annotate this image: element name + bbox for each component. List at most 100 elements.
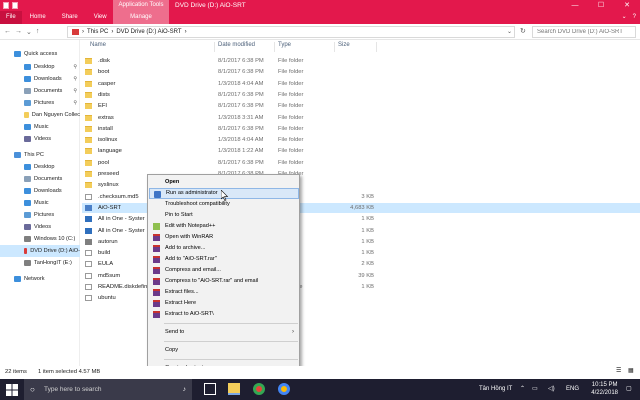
nav-item[interactable]: TanHongIT (E:): [0, 257, 80, 269]
volume-icon[interactable]: ◁): [548, 379, 555, 400]
nav-item[interactable]: Videos: [0, 133, 80, 145]
back-arrow-icon[interactable]: ←: [4, 28, 11, 36]
up-arrow-icon[interactable]: ↑: [36, 28, 40, 36]
microphone-icon[interactable]: ♪: [183, 379, 186, 400]
tab-share[interactable]: Share: [54, 11, 86, 24]
nav-item[interactable]: Pictures: [0, 209, 80, 221]
quick-access-toolbar: [0, 2, 18, 9]
file-row[interactable]: pool 8/1/2017 6:38 PM File folder: [82, 158, 640, 168]
address-box[interactable]: › This PC › DVD Drive (D:) AiO-SRT ›: [67, 26, 515, 38]
nav-item[interactable]: Music: [0, 197, 80, 209]
new-folder-icon[interactable]: [12, 2, 18, 9]
nav-item[interactable]: Quick access: [0, 48, 80, 60]
properties-icon[interactable]: [3, 2, 9, 9]
column-divider[interactable]: [274, 42, 275, 52]
breadcrumb-dvd-drive[interactable]: DVD Drive (D:) AiO-SRT: [116, 29, 181, 35]
file-type: File folder: [278, 159, 304, 166]
nav-item[interactable]: Music: [0, 121, 80, 133]
nav-item-label: TanHongIT (E:): [34, 260, 72, 266]
column-divider[interactable]: [214, 42, 215, 52]
menu-separator: [164, 359, 298, 360]
nav-item[interactable]: DVD Drive (D:) AiO-: [0, 245, 80, 257]
nav-item[interactable]: Downloads ⚲: [0, 73, 80, 85]
chrome-icon[interactable]: [278, 383, 290, 395]
windows-start-icon[interactable]: [6, 384, 18, 396]
address-dropdown-icon[interactable]: ⌄: [507, 28, 512, 35]
details-view-icon[interactable]: ☰: [616, 368, 621, 374]
expand-ribbon-icon[interactable]: ⌄: [622, 11, 627, 24]
menu-item[interactable]: Open: [149, 177, 299, 188]
winrar-icon: [153, 267, 160, 274]
file-row[interactable]: .disk 8/1/2017 6:38 PM File folder: [82, 56, 640, 66]
file-explorer-icon[interactable]: [228, 383, 240, 395]
file-row[interactable]: boot 8/1/2017 6:38 PM File folder: [82, 67, 640, 77]
large-icons-view-icon[interactable]: ▦: [628, 368, 633, 374]
menu-item[interactable]: Open with WinRAR: [149, 232, 299, 243]
menu-item[interactable]: Extract files...: [149, 287, 299, 298]
nav-item[interactable]: Windows 10 (C:): [0, 233, 80, 245]
menu-item[interactable]: Pin to Start: [149, 210, 299, 221]
maximize-button[interactable]: ☐: [588, 0, 614, 11]
nav-item[interactable]: Desktop ⚲: [0, 61, 80, 73]
forward-arrow-icon[interactable]: →: [15, 28, 22, 36]
column-divider[interactable]: [334, 42, 335, 52]
file-size: 1 KB: [361, 284, 374, 290]
menu-item[interactable]: Send to ›: [149, 327, 299, 338]
chrome-icon[interactable]: [253, 383, 265, 395]
search-box[interactable]: [532, 26, 636, 38]
nav-item[interactable]: Desktop: [0, 161, 80, 173]
search-input[interactable]: [537, 29, 627, 35]
notifications-icon[interactable]: ▢: [626, 379, 632, 400]
file-row[interactable]: dists 8/1/2017 6:38 PM File folder: [82, 90, 640, 100]
menu-item[interactable]: Compress and email...: [149, 265, 299, 276]
nav-item[interactable]: Dan Nguyen Collec: [0, 109, 80, 121]
nav-item[interactable]: Documents: [0, 173, 80, 185]
nav-item[interactable]: Downloads: [0, 185, 80, 197]
tray-user-label[interactable]: Tân Hồng IT: [479, 379, 512, 400]
tab-view[interactable]: View: [86, 11, 115, 24]
nav-item[interactable]: This PC: [0, 149, 80, 161]
file-row[interactable]: casper 1/3/2018 4:04 AM File folder: [82, 79, 640, 89]
file-row[interactable]: language 1/3/2018 1:22 AM File folder: [82, 146, 640, 156]
nav-item[interactable]: Videos: [0, 221, 80, 233]
file-row[interactable]: EFI 8/1/2017 6:38 PM File folder: [82, 101, 640, 111]
clock[interactable]: 10:15 PM 4/22/2018: [591, 382, 618, 397]
nav-item-label: Network: [24, 276, 45, 282]
menu-item[interactable]: Compress to "AiO-SRT.rar" and email: [149, 276, 299, 287]
nav-item[interactable]: Documents ⚲: [0, 85, 80, 97]
column-header-date-modified[interactable]: Date modified: [218, 42, 255, 48]
winrar-icon: [153, 234, 160, 241]
menu-item[interactable]: Extract Here: [149, 298, 299, 309]
dvd-drive-icon: [24, 248, 28, 254]
column-divider[interactable]: [376, 42, 377, 52]
column-header-type[interactable]: Type: [278, 42, 291, 48]
menu-item-label: Run as administrator: [166, 190, 218, 196]
menu-item[interactable]: Extract to AiO-SRT\: [149, 309, 299, 320]
menu-item[interactable]: Add to "AiO-SRT.rar": [149, 254, 299, 265]
help-icon[interactable]: ?: [633, 11, 636, 24]
taskbar-search[interactable]: ○ Type here to search ♪: [24, 379, 192, 400]
breadcrumb-separator-icon: ›: [184, 29, 187, 35]
tab-file[interactable]: File: [0, 11, 22, 24]
file-row[interactable]: install 8/1/2017 6:38 PM File folder: [82, 124, 640, 134]
column-header-name[interactable]: Name: [90, 42, 106, 48]
tab-manage[interactable]: Manage: [113, 11, 169, 24]
file-row[interactable]: isolinux 1/3/2018 4:04 AM File folder: [82, 135, 640, 145]
task-view-icon[interactable]: [204, 383, 216, 395]
menu-item[interactable]: Edit with Notepad++: [149, 221, 299, 232]
breadcrumb-this-pc[interactable]: This PC: [87, 29, 108, 35]
nav-item[interactable]: Network: [0, 273, 80, 285]
tray-chevron-icon[interactable]: ⌃: [520, 379, 525, 400]
menu-item[interactable]: Add to archive...: [149, 243, 299, 254]
file-row[interactable]: extras 1/3/2018 3:31 AM File folder: [82, 113, 640, 123]
column-header-size[interactable]: Size: [338, 42, 350, 48]
network-tray-icon[interactable]: ▭: [532, 379, 538, 400]
refresh-icon[interactable]: ↻: [520, 27, 526, 35]
close-button[interactable]: ✕: [614, 0, 640, 11]
recent-chevron-icon[interactable]: ⌄: [26, 28, 32, 36]
tab-home[interactable]: Home: [22, 11, 54, 24]
language-indicator[interactable]: ENG: [566, 379, 579, 400]
menu-item[interactable]: Copy: [149, 345, 299, 356]
nav-item[interactable]: Pictures ⚲: [0, 97, 80, 109]
minimize-button[interactable]: —: [562, 0, 588, 11]
